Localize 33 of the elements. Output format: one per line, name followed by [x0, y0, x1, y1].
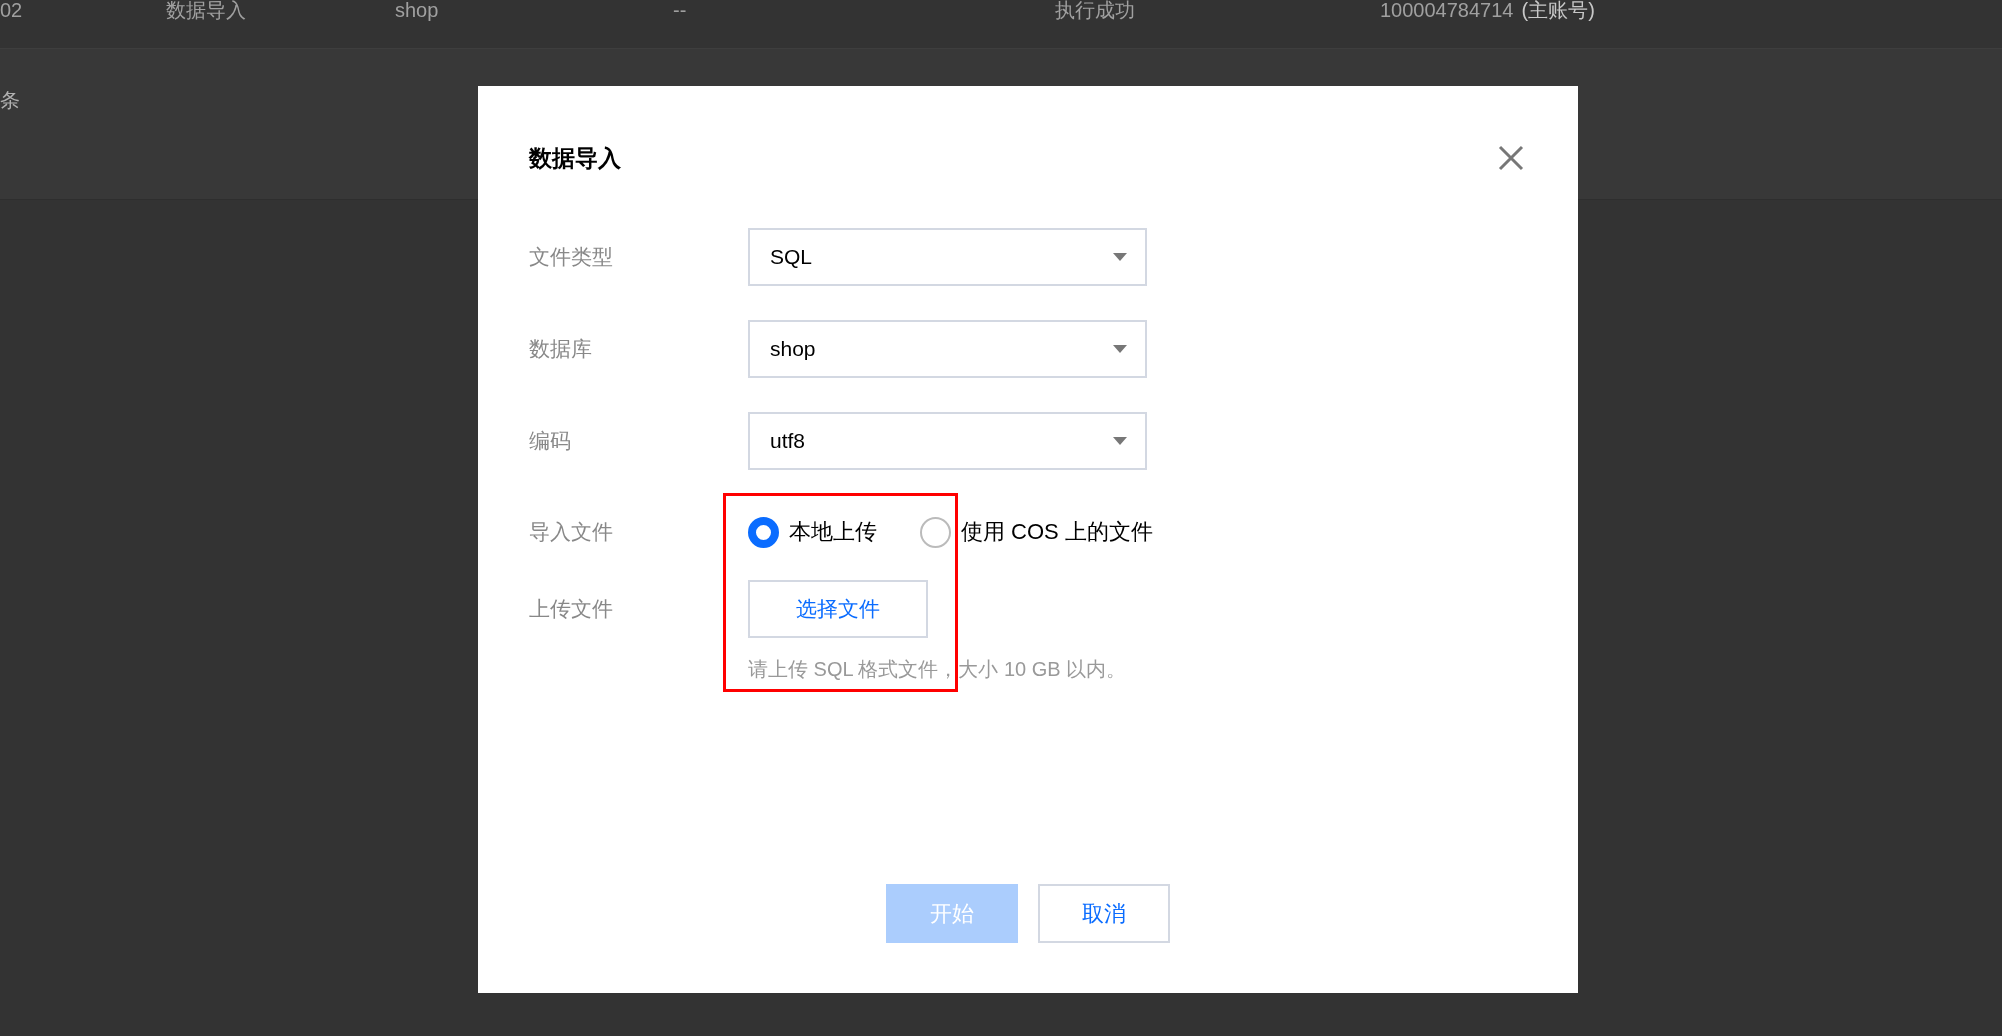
- field-label: 上传文件: [529, 596, 614, 622]
- dropdown-caret-icon: [1113, 345, 1127, 353]
- close-icon: [1498, 145, 1524, 171]
- select-value: SQL: [770, 245, 813, 269]
- dropdown-caret-icon: [1113, 253, 1127, 261]
- upload-hint: 请上传 SQL 格式文件，大小 10 GB 以内。: [748, 657, 1128, 682]
- select-value: utf8: [770, 429, 806, 453]
- field-label: 文件类型: [529, 244, 614, 270]
- table-cell: 100004784714: [1380, 0, 1514, 20]
- dropdown-caret-icon: [1113, 437, 1127, 445]
- account-note: (主账号): [1521, 0, 1595, 20]
- radio-button[interactable]: [748, 516, 779, 548]
- radio-button[interactable]: [920, 516, 951, 548]
- radio-label: 本地上传: [789, 518, 877, 546]
- field-label: 导入文件: [529, 519, 614, 545]
- table-cell-text: 02: [0, 0, 24, 20]
- table-cell-text: --: [673, 0, 688, 20]
- table-cell-text: 数据导入: [166, 0, 247, 20]
- table-cell-text: shop: [395, 0, 440, 20]
- select-field[interactable]: SQL: [748, 228, 1147, 286]
- count-text: 条: [0, 89, 20, 111]
- choose-file-button[interactable]: 选择文件: [748, 580, 928, 638]
- select-field[interactable]: shop: [748, 320, 1147, 378]
- radio-option[interactable]: 使用 COS 上的文件: [920, 516, 1153, 548]
- radio-option[interactable]: 本地上传: [748, 516, 877, 548]
- select-field[interactable]: utf8: [748, 412, 1147, 470]
- table-cell-text: 执行成功: [1055, 0, 1136, 20]
- cancel-button[interactable]: 取消: [1038, 884, 1170, 943]
- field-label: 数据库: [529, 336, 593, 362]
- radio-label: 使用 COS 上的文件: [961, 518, 1153, 546]
- dialog-title: 数据导入: [529, 143, 621, 173]
- field-label: 编码: [529, 428, 572, 454]
- select-value: shop: [770, 337, 816, 361]
